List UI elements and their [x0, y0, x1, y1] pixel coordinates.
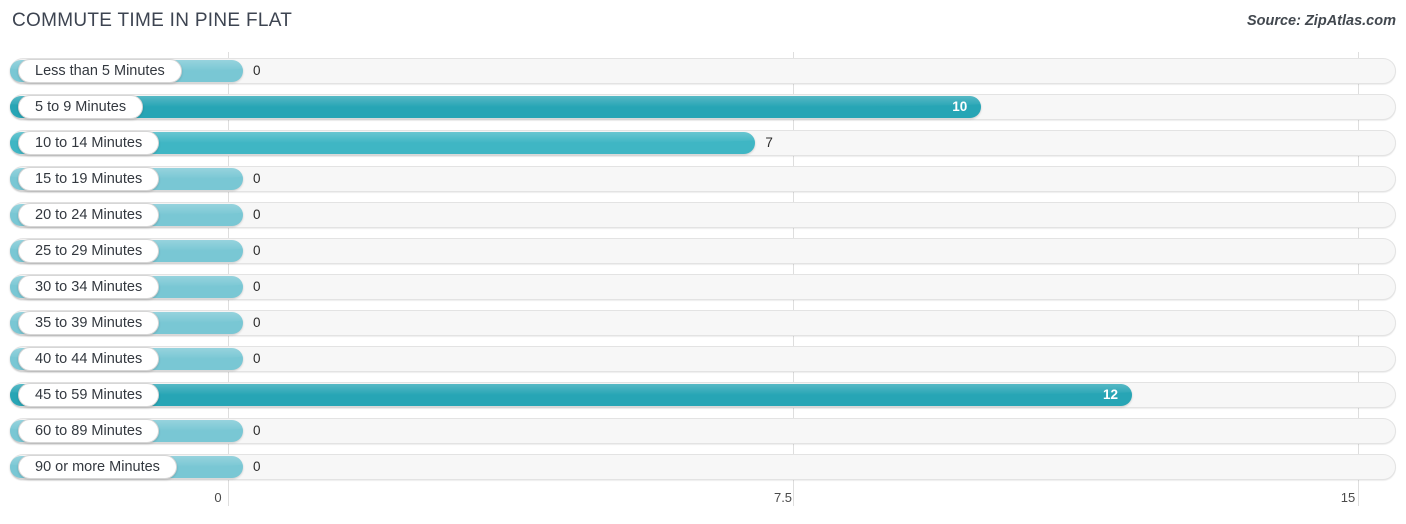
bar-value-label: 0: [253, 459, 261, 474]
bar-value-label: 0: [253, 171, 261, 186]
axis-tick-mark: [1358, 484, 1359, 506]
bar-value-label: 7: [765, 135, 773, 150]
axis-tick-label: 15: [1340, 490, 1356, 505]
bar-row[interactable]: 12 45 to 59 Minutes: [0, 380, 1406, 410]
bar-value-label: 0: [253, 243, 261, 258]
bar-gloss: [10, 96, 982, 107]
bar-value-label: 0: [253, 207, 261, 222]
category-label: 60 to 89 Minutes: [18, 419, 160, 443]
bar-row[interactable]: 7 10 to 14 Minutes: [0, 128, 1406, 158]
axis-tick-label: 7.5: [773, 490, 793, 505]
page-title: COMMUTE TIME IN PINE FLAT: [12, 10, 293, 31]
category-label: 25 to 29 Minutes: [18, 239, 160, 263]
x-axis: 0 7.5 15: [0, 484, 1406, 524]
category-label: Less than 5 Minutes: [18, 59, 182, 83]
axis-tick-label: 0: [214, 490, 222, 505]
chart-page: COMMUTE TIME IN PINE FLAT Source: ZipAtl…: [0, 0, 1406, 524]
bar-gloss: [10, 384, 1132, 395]
bar-value-label: 12: [1102, 387, 1118, 402]
bar-fill[interactable]: 12: [10, 384, 1132, 406]
category-label: 15 to 19 Minutes: [18, 167, 160, 191]
bar-value-label: 0: [253, 315, 261, 330]
source-attribution: Source: ZipAtlas.com: [1246, 13, 1396, 29]
bar-value-label: 0: [253, 351, 261, 366]
bar-value-label: 10: [952, 99, 968, 114]
category-label: 90 or more Minutes: [18, 455, 177, 479]
bar-row[interactable]: 0 90 or more Minutes: [0, 452, 1406, 482]
bar-row[interactable]: 0 35 to 39 Minutes: [0, 308, 1406, 338]
bar-row[interactable]: 0 15 to 19 Minutes: [0, 164, 1406, 194]
bar-value-label: 0: [253, 63, 261, 78]
bar-row[interactable]: 0 40 to 44 Minutes: [0, 344, 1406, 374]
bar-row[interactable]: 0 Less than 5 Minutes: [0, 56, 1406, 86]
category-label: 20 to 24 Minutes: [18, 203, 160, 227]
category-label: 45 to 59 Minutes: [18, 383, 160, 407]
bar-value-label: 0: [253, 279, 261, 294]
bar-row[interactable]: 10 5 to 9 Minutes: [0, 92, 1406, 122]
bar-row[interactable]: 0 20 to 24 Minutes: [0, 200, 1406, 230]
plot-area: 0 Less than 5 Minutes 10 5 to 9 Minutes 7 10 …: [0, 52, 1406, 484]
category-label: 5 to 9 Minutes: [18, 95, 144, 119]
axis-tick-mark: [793, 484, 794, 506]
bar-value-label: 0: [253, 423, 261, 438]
category-label: 30 to 34 Minutes: [18, 275, 160, 299]
category-label: 35 to 39 Minutes: [18, 311, 160, 335]
axis-tick-mark: [228, 484, 229, 506]
bar-row[interactable]: 0 60 to 89 Minutes: [0, 416, 1406, 446]
bar-fill[interactable]: 10: [10, 96, 982, 118]
category-label: 10 to 14 Minutes: [18, 131, 160, 155]
category-label: 40 to 44 Minutes: [18, 347, 160, 371]
bar-row[interactable]: 0 25 to 29 Minutes: [0, 236, 1406, 266]
bar-row[interactable]: 0 30 to 34 Minutes: [0, 272, 1406, 302]
